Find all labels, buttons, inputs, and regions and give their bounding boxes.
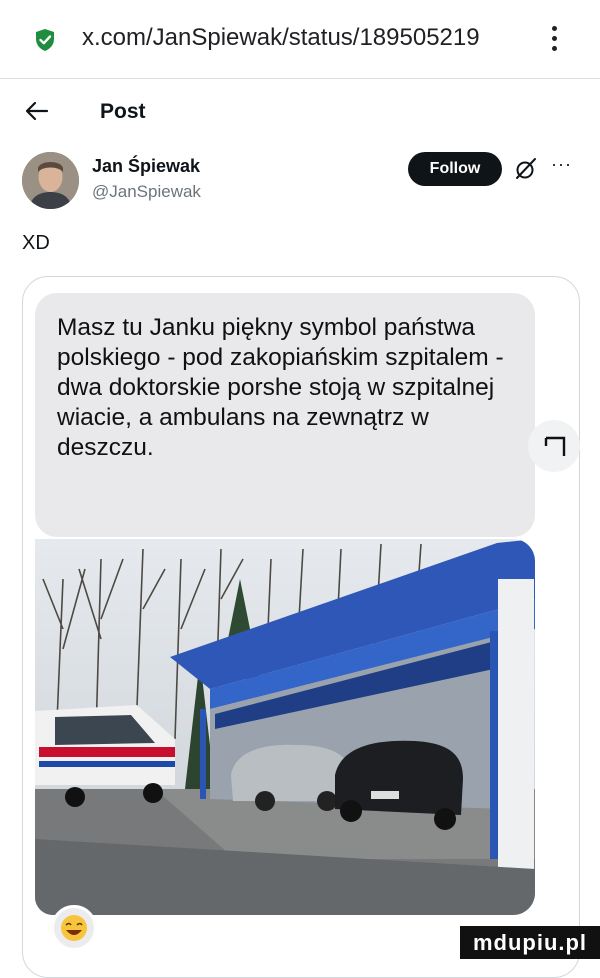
message-text: Masz tu Janku piękny symbol państwa pols… [57,314,504,461]
tweet-text: XD [22,232,50,254]
browser-url-bar: x.com/JanSpiewak/status/189505219 [0,0,600,79]
url-text[interactable]: x.com/JanSpiewak/status/189505219 [82,24,552,52]
grok-icon[interactable] [513,156,539,182]
laughing-emoji-icon[interactable] [51,905,97,951]
kebab-menu-icon[interactable] [548,26,560,54]
page-title: Post [100,100,146,123]
avatar[interactable] [22,152,79,209]
tweet-media[interactable]: Masz tu Janku piękny symbol państwa pols… [22,276,580,978]
carport-photo[interactable] [35,539,535,915]
message-bubble: Masz tu Janku piękny symbol państwa pols… [35,293,535,537]
share-icon[interactable] [528,420,580,472]
author-handle[interactable]: @JanSpiewak [92,182,201,202]
shield-check-icon[interactable] [34,28,56,52]
follow-button[interactable]: Follow [408,152,502,186]
more-options-icon[interactable]: ··· [551,154,572,175]
watermark-text: mdupiu.pl [460,926,600,959]
arrow-left-icon[interactable] [24,98,50,124]
author-name[interactable]: Jan Śpiewak [92,156,200,177]
